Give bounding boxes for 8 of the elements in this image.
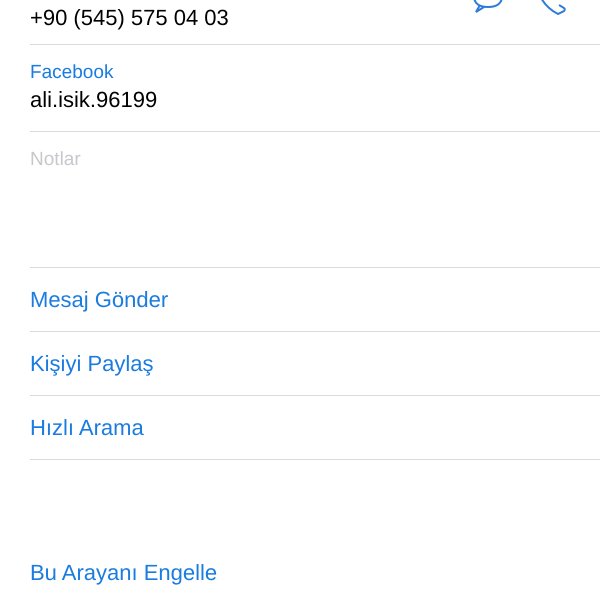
action-link[interactable]: Mesaj Gönder: [30, 283, 168, 316]
action-link[interactable]: Hızlı Arama: [30, 411, 144, 444]
phone-number: +90 (545) 575 04 03: [30, 5, 229, 31]
notes-field[interactable]: Notlar: [30, 148, 570, 248]
action-link[interactable]: Kişiyi Paylaş: [30, 347, 154, 380]
block-caller-link[interactable]: Bu Arayanı Engelle: [30, 556, 218, 588]
field-value: ali.isik.96199: [30, 86, 158, 114]
field-label: Facebook: [30, 61, 114, 85]
